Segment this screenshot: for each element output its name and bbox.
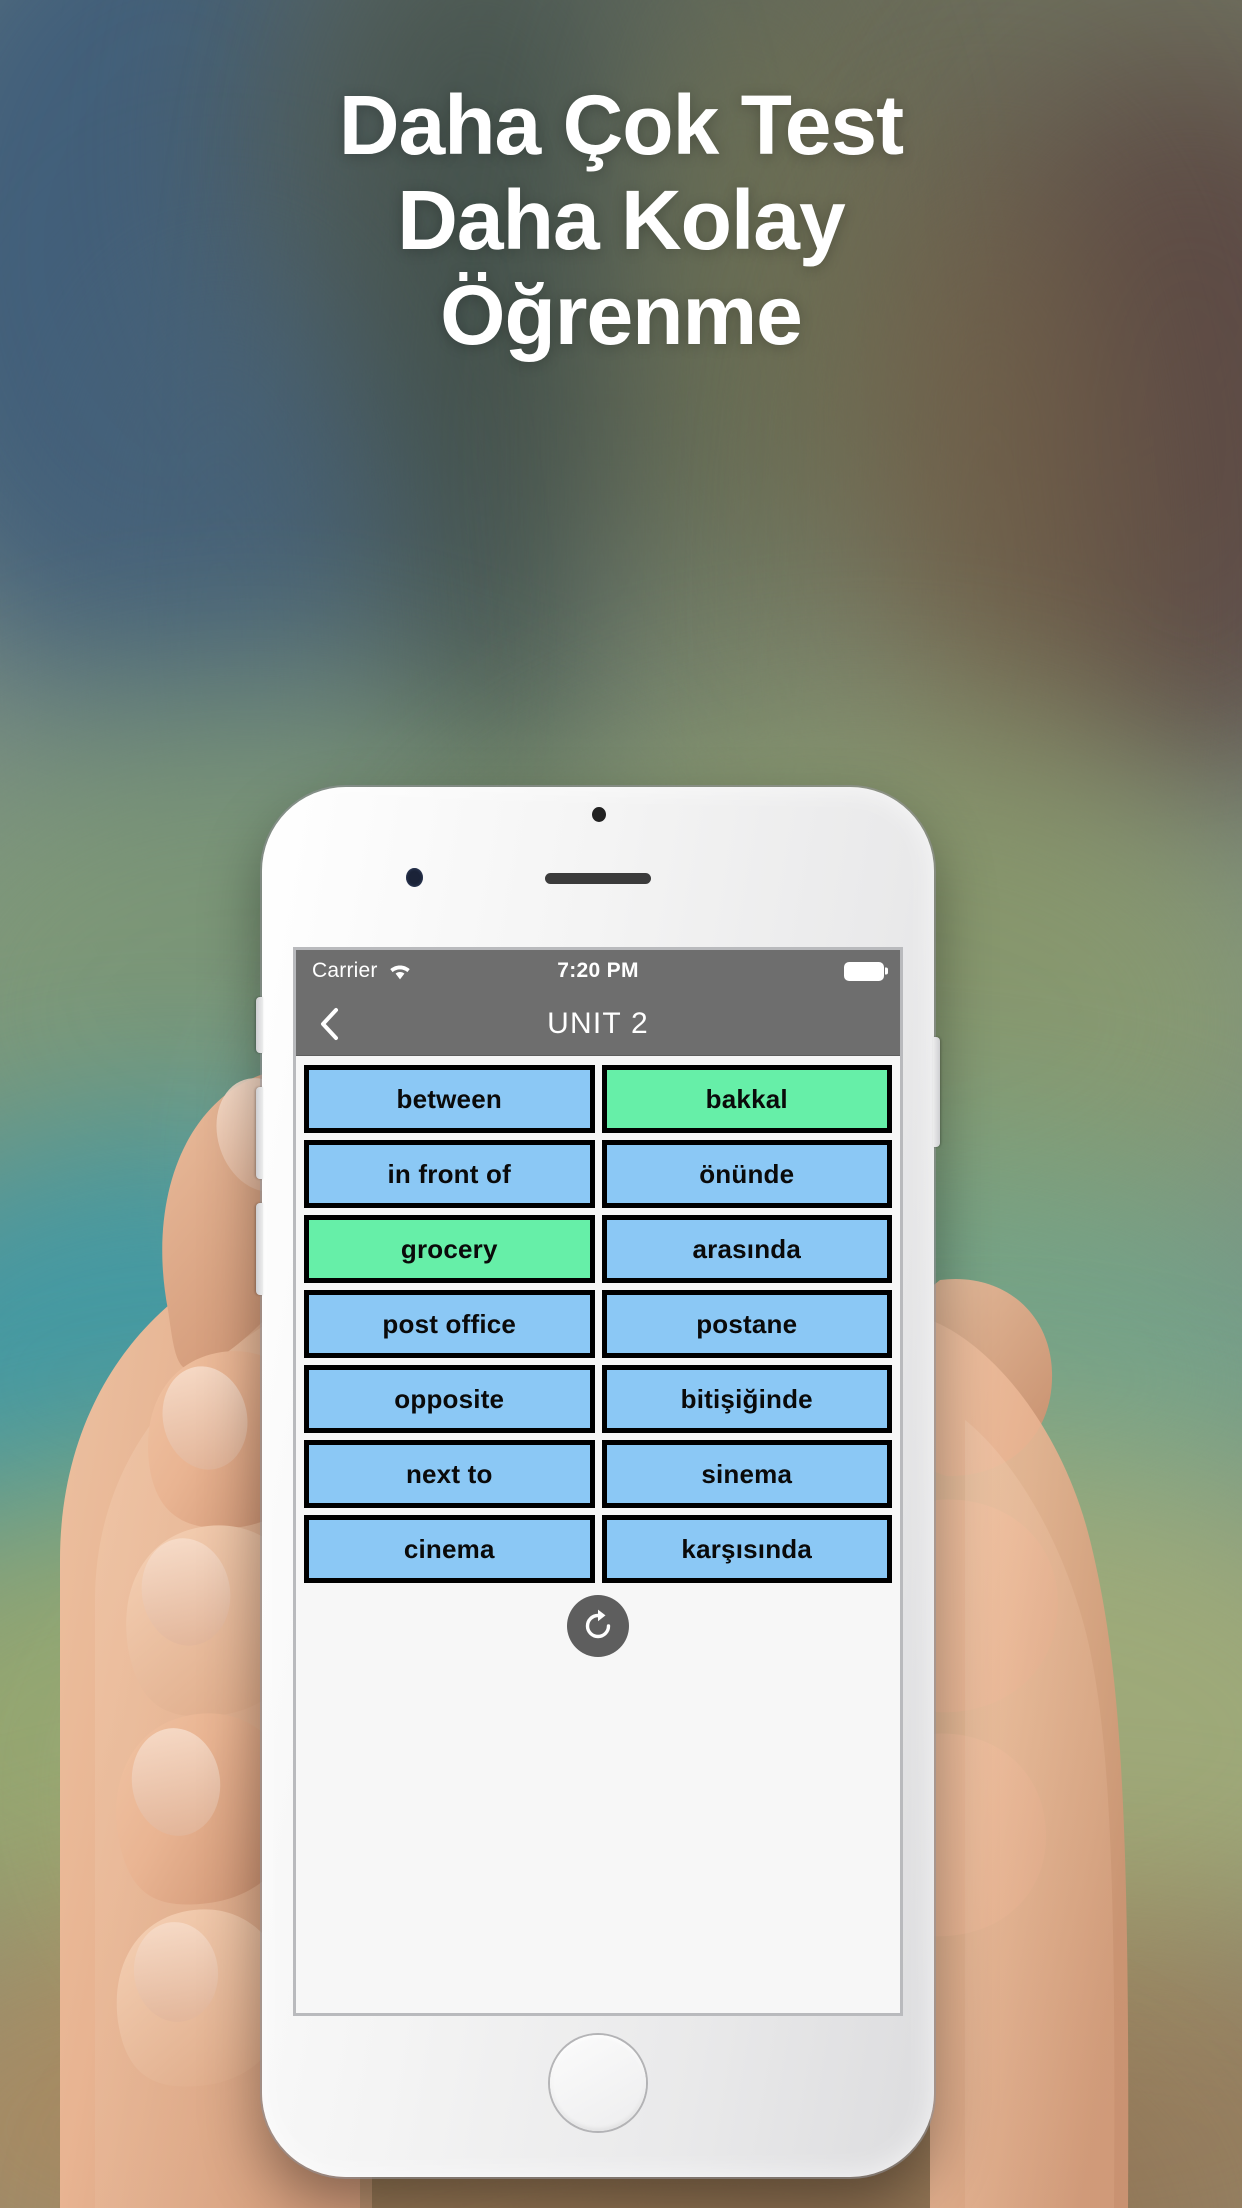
word-card[interactable]: next to xyxy=(304,1440,595,1508)
word-card[interactable]: between xyxy=(304,1065,595,1133)
word-card[interactable]: bitişiğinde xyxy=(601,1365,892,1433)
phone-screen: Carrier 7:20 PM UNIT 2 between bakkal in… xyxy=(296,950,900,2013)
front-camera-icon xyxy=(406,868,423,887)
app-nav-bar: UNIT 2 xyxy=(296,992,900,1056)
proximity-sensor-icon xyxy=(592,807,606,822)
carrier-label: Carrier xyxy=(312,959,378,982)
word-card[interactable]: arasında xyxy=(601,1215,892,1283)
battery-icon xyxy=(844,961,884,981)
word-card[interactable]: post office xyxy=(304,1290,595,1358)
refresh-row xyxy=(304,1595,892,1657)
chevron-left-icon xyxy=(321,1007,338,1040)
word-card[interactable]: grocery xyxy=(304,1215,595,1283)
headline-line-2: Daha Kolay xyxy=(397,173,846,267)
word-card-grid: between bakkal in front of önünde grocer… xyxy=(304,1065,892,1583)
power-button[interactable] xyxy=(933,1037,940,1147)
word-match-area: between bakkal in front of önünde grocer… xyxy=(296,1056,900,2013)
word-card[interactable]: karşısında xyxy=(601,1515,892,1583)
status-bar-clock: 7:20 PM xyxy=(557,959,639,982)
silent-switch[interactable] xyxy=(256,997,263,1053)
page-title: UNIT 2 xyxy=(547,1006,649,1040)
promo-headline: Daha Çok Test Daha Kolay Öğrenme xyxy=(0,78,1242,363)
battery-fill xyxy=(846,963,882,979)
earpiece-speaker xyxy=(545,873,651,884)
back-button[interactable] xyxy=(296,992,362,1056)
refresh-button[interactable] xyxy=(567,1595,629,1657)
status-bar-left: Carrier xyxy=(312,959,413,983)
word-card[interactable]: postane xyxy=(601,1290,892,1358)
volume-up-button[interactable] xyxy=(256,1087,263,1179)
word-card[interactable]: cinema xyxy=(304,1515,595,1583)
headline-line-3: Öğrenme xyxy=(440,268,803,362)
volume-down-button[interactable] xyxy=(256,1203,263,1295)
word-card[interactable]: bakkal xyxy=(601,1065,892,1133)
home-button[interactable] xyxy=(550,2035,646,2131)
headline-line-1: Daha Çok Test xyxy=(338,78,904,172)
ios-status-bar: Carrier 7:20 PM xyxy=(296,950,900,992)
phone-device: Carrier 7:20 PM UNIT 2 between bakkal in… xyxy=(256,787,940,2177)
wifi-icon xyxy=(389,965,410,979)
word-card[interactable]: in front of xyxy=(304,1140,595,1208)
word-card[interactable]: sinema xyxy=(601,1440,892,1508)
status-bar-right xyxy=(844,961,884,981)
word-card[interactable]: önünde xyxy=(601,1140,892,1208)
refresh-icon xyxy=(585,1609,611,1639)
word-card[interactable]: opposite xyxy=(304,1365,595,1433)
